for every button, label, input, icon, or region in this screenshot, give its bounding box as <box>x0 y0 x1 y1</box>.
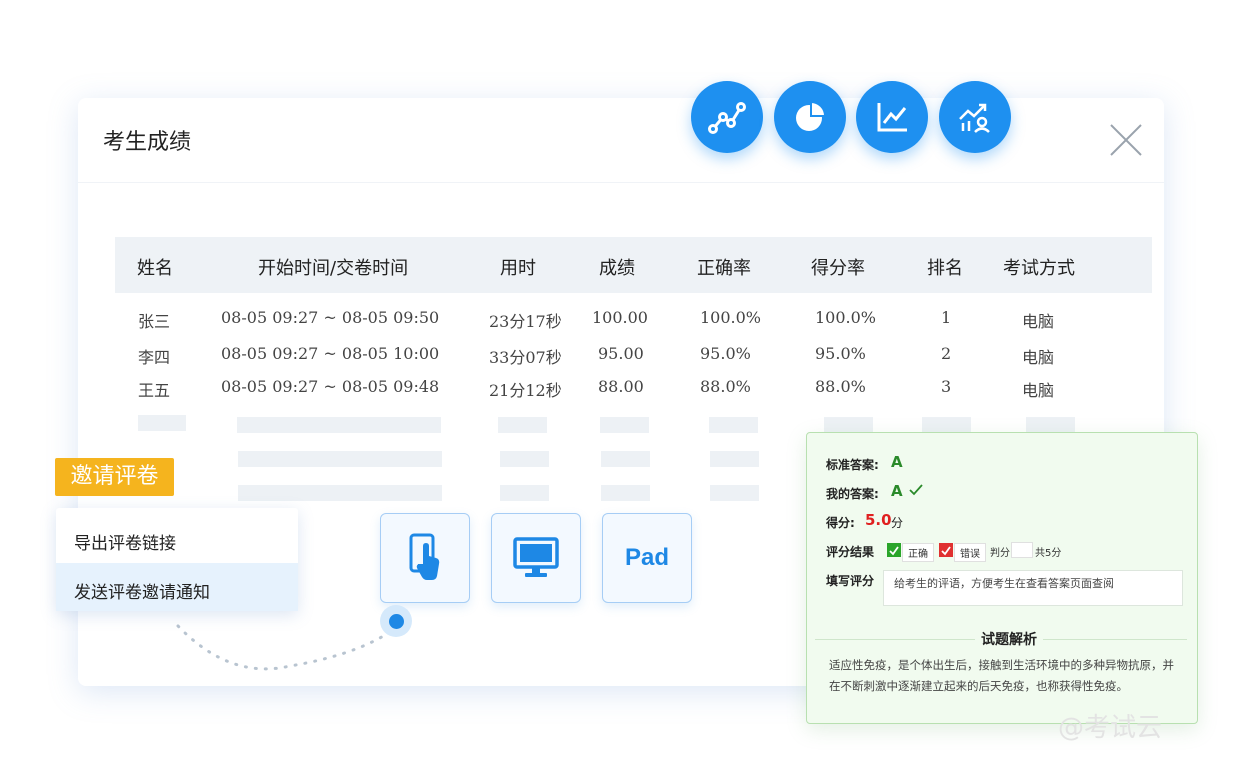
score-unit: 分 <box>891 516 904 530</box>
check-icon <box>909 484 923 496</box>
wrong-option-label: 错误 <box>954 543 986 562</box>
cell-accuracy: 100.0% <box>700 308 762 327</box>
result-label: 评分结果 <box>826 545 875 559</box>
cell-name: 王五 <box>138 381 171 400</box>
computer-device-button[interactable] <box>491 513 581 603</box>
cell-score-rate: 88.0% <box>815 377 866 396</box>
invite-menu: 导出评卷链接 发送评卷邀请通知 <box>56 508 298 611</box>
col-score: 成绩 <box>599 258 635 279</box>
score-label: 得分: <box>826 516 855 530</box>
cell-name: 张三 <box>138 312 171 331</box>
comment-label: 填写评分 <box>826 574 875 588</box>
cell-duration: 33分07秒 <box>489 348 562 367</box>
correct-checkbox[interactable] <box>887 543 901 557</box>
judge-score-input[interactable] <box>1011 542 1033 558</box>
cell-accuracy: 95.0% <box>700 344 751 363</box>
cell-duration: 21分12秒 <box>489 381 562 400</box>
phone-icon <box>409 533 440 580</box>
table-header: 姓名 开始时间/交卷时间 用时 成绩 正确率 得分率 排名 考试方式 <box>115 237 1152 293</box>
watermark: @考试云 <box>1058 713 1163 743</box>
line-chart-icon[interactable] <box>691 81 763 153</box>
connector-line <box>176 624 387 671</box>
wrong-checkbox[interactable] <box>939 543 953 557</box>
correct-option-label: 正确 <box>902 543 934 562</box>
cell-time: 08-05 09:27 ~ 08-05 09:48 <box>221 377 440 396</box>
cell-name: 李四 <box>138 348 171 367</box>
monitor-icon <box>513 537 559 577</box>
trend-analysis-icon[interactable] <box>939 81 1011 153</box>
cell-time: 08-05 09:27 ~ 08-05 10:00 <box>221 344 440 363</box>
standard-answer-label: 标准答案: <box>826 458 879 472</box>
table-row[interactable]: 王五 08-05 09:27 ~ 08-05 09:48 21分12秒 88.0… <box>0 377 1242 407</box>
table-row[interactable]: 李四 08-05 09:27 ~ 08-05 10:00 33分07秒 95.0… <box>0 344 1242 374</box>
cell-method: 电脑 <box>1022 312 1055 331</box>
col-rank: 排名 <box>927 258 963 279</box>
invite-grading-tag[interactable]: 邀请评卷 <box>55 458 174 496</box>
phone-device-button[interactable] <box>380 513 470 603</box>
pad-label: Pad <box>624 544 669 571</box>
col-time: 开始时间/交卷时间 <box>258 258 409 279</box>
export-link-menu-item[interactable]: 导出评卷链接 <box>56 514 298 562</box>
cell-accuracy: 88.0% <box>700 377 751 396</box>
cell-method: 电脑 <box>1022 381 1055 400</box>
pie-chart-icon[interactable] <box>774 81 846 153</box>
cell-score-rate: 100.0% <box>815 308 877 327</box>
total-score-label: 共5分 <box>1035 548 1062 559</box>
col-duration: 用时 <box>500 258 536 279</box>
area-chart-icon[interactable] <box>856 81 928 153</box>
analysis-title: 试题解析 <box>975 629 1043 649</box>
table-row[interactable]: 张三 08-05 09:27 ~ 08-05 09:50 23分17秒 100.… <box>0 308 1242 338</box>
send-invite-menu-item[interactable]: 发送评卷邀请通知 <box>56 563 298 611</box>
dialog-title: 考生成绩 <box>103 130 192 155</box>
standard-answer-value: A <box>891 453 903 471</box>
grading-panel: 标准答案: A 我的答案: A 得分: 5.0 分 评分结果 正确 错误 判分 … <box>806 432 1198 724</box>
close-icon[interactable] <box>1106 120 1146 160</box>
cell-rank: 3 <box>941 377 952 396</box>
my-answer-value: A <box>891 482 903 500</box>
cell-score: 95.00 <box>598 344 644 363</box>
col-method: 考试方式 <box>1003 258 1075 279</box>
judge-label: 判分 <box>990 548 1010 559</box>
analysis-text: 适应性免疫，是个体出生后，接触到生活环境中的多种异物抗原，并在不断刺激中逐渐建立… <box>829 658 1174 693</box>
cell-rank: 2 <box>941 344 952 363</box>
cell-score: 88.00 <box>598 377 644 396</box>
cell-time: 08-05 09:27 ~ 08-05 09:50 <box>221 308 440 327</box>
cell-score-rate: 95.0% <box>815 344 866 363</box>
comment-field[interactable]: 给考生的评语，方便考生在查看答案页面查阅 <box>883 570 1183 606</box>
cell-score: 100.00 <box>592 308 648 327</box>
pad-device-button[interactable]: Pad <box>602 513 692 603</box>
col-score-rate: 得分率 <box>811 258 865 279</box>
menu-item-label: 导出评卷链接 <box>74 534 176 554</box>
my-answer-label: 我的答案: <box>826 487 879 501</box>
col-accuracy: 正确率 <box>697 258 751 279</box>
cell-method: 电脑 <box>1022 348 1055 367</box>
cell-duration: 23分17秒 <box>489 312 562 331</box>
menu-item-label: 发送评卷邀请通知 <box>74 583 210 603</box>
score-value: 5.0 <box>865 511 892 529</box>
cell-rank: 1 <box>941 308 952 327</box>
col-name: 姓名 <box>137 258 173 279</box>
connector-dot <box>380 605 412 637</box>
